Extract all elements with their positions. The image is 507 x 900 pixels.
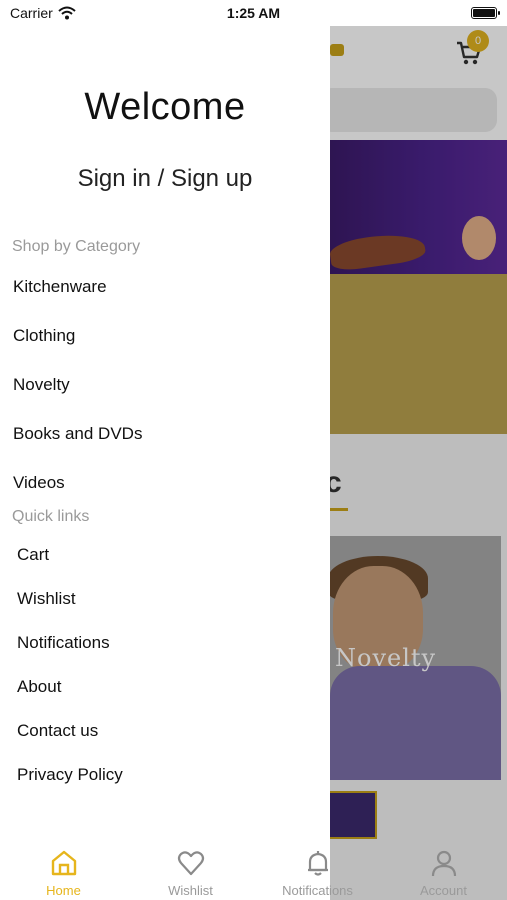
status-bar: Carrier 1:25 AM — [0, 0, 507, 28]
quick-link-wishlist[interactable]: Wishlist — [17, 589, 76, 609]
tab-home-label: Home — [46, 883, 81, 898]
category-novelty[interactable]: Novelty — [13, 375, 70, 395]
quick-link-contact-us[interactable]: Contact us — [17, 721, 98, 741]
quick-link-about[interactable]: About — [17, 677, 61, 697]
category-kitchenware[interactable]: Kitchenware — [13, 277, 107, 297]
category-videos[interactable]: Videos — [13, 473, 65, 493]
tab-wishlist[interactable]: Wishlist — [127, 840, 254, 900]
sign-in-link[interactable]: Sign in / Sign up — [0, 165, 330, 193]
shop-by-category-header: Shop by Category — [12, 238, 141, 255]
battery-icon — [471, 7, 500, 19]
tab-home[interactable]: Home — [0, 840, 127, 900]
category-books-and-dvds[interactable]: Books and DVDs — [13, 424, 142, 444]
tab-wishlist-label: Wishlist — [168, 883, 213, 898]
bottom-tab-bar: Home Wishlist Notifications Account — [0, 840, 507, 900]
status-time: 1:25 AM — [226, 5, 281, 21]
person-icon — [429, 848, 459, 878]
heart-icon — [176, 848, 206, 878]
tab-account[interactable]: Account — [380, 840, 507, 900]
quick-link-notifications[interactable]: Notifications — [17, 633, 110, 653]
side-drawer: Welcome Sign in / Sign up Shop by Catego… — [0, 0, 330, 900]
quick-link-cart[interactable]: Cart — [17, 545, 49, 565]
tab-notifications[interactable]: Notifications — [254, 840, 381, 900]
welcome-title: Welcome — [84, 86, 246, 128]
quick-links-header: Quick links — [12, 508, 90, 525]
tab-account-label: Account — [420, 883, 467, 898]
tab-notifications-label: Notifications — [282, 883, 353, 898]
quick-link-privacy-policy[interactable]: Privacy Policy — [17, 765, 123, 785]
category-clothing[interactable]: Clothing — [13, 326, 75, 346]
bell-icon — [303, 848, 333, 878]
app-screen: 0 c Novelty Welcome Sign in / Sign up Sh… — [0, 0, 507, 900]
home-icon — [49, 848, 79, 878]
